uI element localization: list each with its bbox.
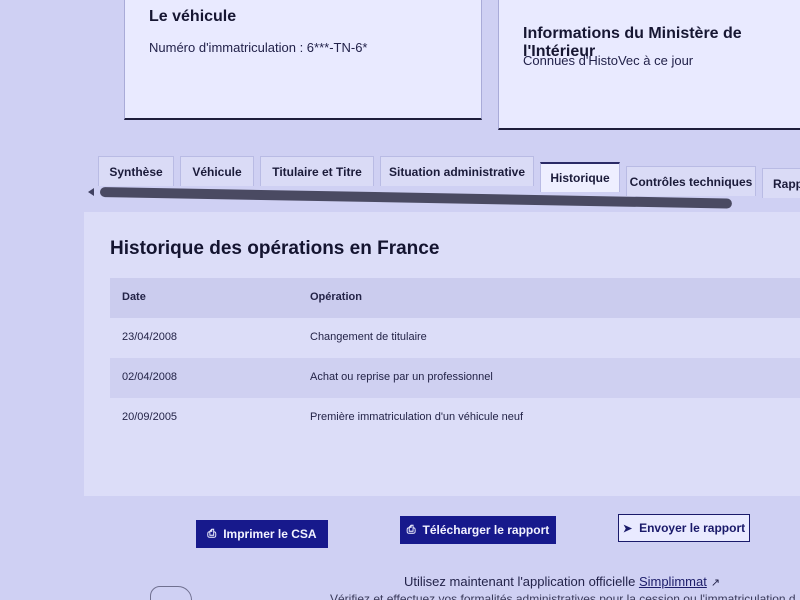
plate-number-text: Numéro d'immatriculation : 6***-TN-6* xyxy=(149,40,368,55)
simplimmat-link[interactable]: Simplimmat xyxy=(639,574,707,589)
tab-bar: Synthèse Véhicule Titulaire et Titre Sit… xyxy=(96,152,800,198)
print-csa-button[interactable]: ⎙ Imprimer le CSA xyxy=(196,520,328,548)
row-date: 02/04/2008 xyxy=(122,371,178,383)
promo-subtext: Vérifiez et effectuez vos formalités adm… xyxy=(330,592,796,600)
tab-controles-techniques[interactable]: Contrôles techniques xyxy=(626,166,756,196)
row-operation: Changement de titulaire xyxy=(310,331,427,343)
history-panel: Historique des opérations en France Date… xyxy=(84,212,800,496)
page: Le véhicule Numéro d'immatriculation : 6… xyxy=(0,0,800,600)
external-link-icon: ↗ xyxy=(710,577,721,589)
history-table: Date Opération 23/04/2008 Changement de … xyxy=(110,278,800,438)
print-csa-label: Imprimer le CSA xyxy=(223,527,317,541)
vehicle-card-title: Le véhicule xyxy=(149,8,237,25)
ministry-card-subtitle: Connues d'HistoVec à ce jour xyxy=(523,53,694,68)
vehicle-card: Le véhicule Numéro d'immatriculation : 6… xyxy=(124,0,482,120)
table-row: 23/04/2008 Changement de titulaire xyxy=(110,318,800,358)
tab-rapport[interactable]: Rapp xyxy=(762,168,800,198)
tab-synthese[interactable]: Synthèse xyxy=(98,156,174,186)
scroll-left-icon[interactable] xyxy=(88,188,94,196)
printer-icon: ⎙ xyxy=(406,523,416,536)
row-date: 20/09/2005 xyxy=(122,411,178,423)
send-report-button[interactable]: ➤ Envoyer le rapport xyxy=(618,514,750,542)
ministry-card: Informations du Ministère de l'Intérieur… xyxy=(498,0,800,130)
row-date: 23/04/2008 xyxy=(122,331,178,343)
history-title: Historique des opérations en France xyxy=(110,238,440,259)
printer-icon: ⎙ xyxy=(207,527,217,540)
send-report-label: Envoyer le rapport xyxy=(639,521,746,535)
download-report-button[interactable]: ⎙ Télécharger le rapport xyxy=(400,516,556,544)
send-arrow-icon: ➤ xyxy=(622,522,633,535)
tab-situation-administrative[interactable]: Situation administrative xyxy=(380,156,534,186)
tab-vehicule[interactable]: Véhicule xyxy=(180,156,254,186)
tab-historique[interactable]: Historique xyxy=(540,162,620,192)
table-header-row: Date Opération xyxy=(110,278,800,318)
row-operation: Achat ou reprise par un professionnel xyxy=(310,371,493,383)
tab-titulaire-titre[interactable]: Titulaire et Titre xyxy=(260,156,374,186)
car-icon xyxy=(150,586,192,600)
table-row: 20/09/2005 Première immatriculation d'un… xyxy=(110,398,800,438)
simplimmat-promo: Utilisez maintenant l'application offici… xyxy=(404,574,720,589)
promo-text: Utilisez maintenant l'application offici… xyxy=(404,574,636,589)
row-operation: Première immatriculation d'un véhicule n… xyxy=(310,411,524,423)
column-header-operation: Opération xyxy=(310,291,362,303)
download-report-label: Télécharger le rapport xyxy=(422,523,550,537)
column-header-date: Date xyxy=(122,291,146,303)
table-row: 02/04/2008 Achat ou reprise par un profe… xyxy=(110,358,800,398)
